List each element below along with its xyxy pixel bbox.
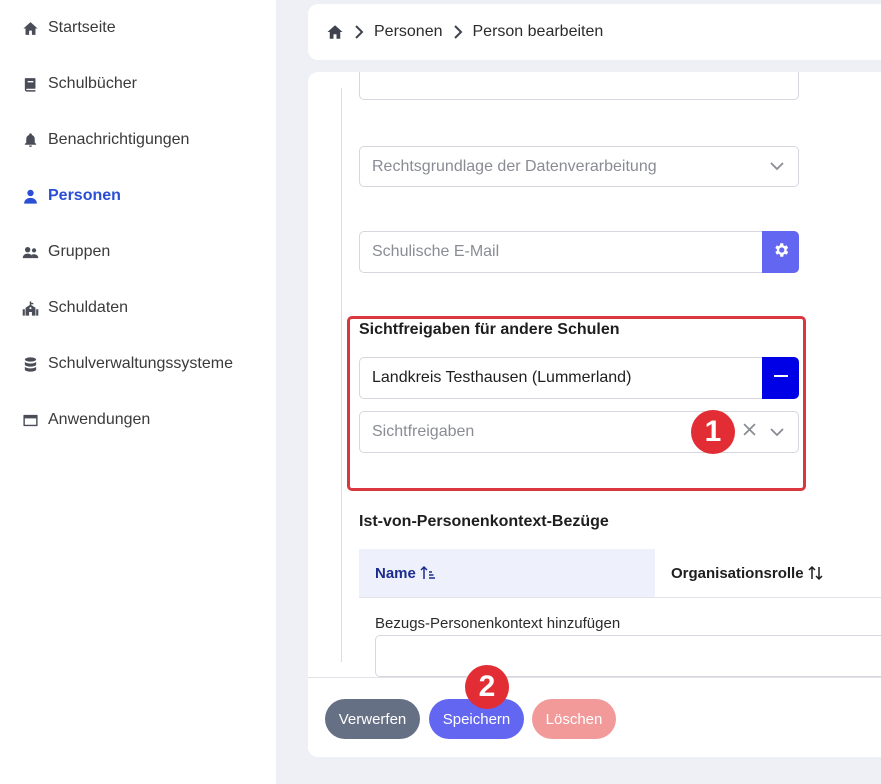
- email-field[interactable]: Schulische E-Mail: [359, 231, 763, 273]
- breadcrumb: Personen Person bearbeiten: [308, 4, 881, 60]
- rechtsgrundlage-placeholder: Rechtsgrundlage der Datenverarbeitung: [372, 157, 657, 175]
- add-bezug-select[interactable]: [375, 635, 881, 677]
- sidebar-item-label: Schuldaten: [48, 299, 129, 316]
- sidebar-item-schulverwaltungssysteme[interactable]: Schulverwaltungssysteme: [21, 349, 233, 379]
- sidebar-item-startseite[interactable]: Startseite: [21, 13, 116, 43]
- home-icon: [21, 19, 39, 37]
- clear-icon[interactable]: [743, 423, 756, 441]
- footer-divider: [308, 677, 881, 678]
- bezuege-title: Ist-von-Personenkontext-Bezüge: [359, 513, 609, 530]
- sichtfreigabe-value: Landkreis Testhausen (Lummerland): [372, 369, 632, 386]
- home-icon[interactable]: [326, 23, 344, 41]
- breadcrumb-personen[interactable]: Personen: [374, 23, 443, 41]
- bezuege-table-header: Name Organisationsrolle: [359, 549, 881, 598]
- person-icon: [21, 187, 39, 205]
- book-icon: [21, 75, 39, 93]
- sidebar-item-gruppen[interactable]: Gruppen: [21, 237, 110, 267]
- school-icon: [21, 299, 39, 317]
- column-name-header[interactable]: Name: [359, 549, 655, 597]
- sidebar-item-personen[interactable]: Personen: [21, 181, 121, 211]
- sidebar-item-label: Schulbücher: [48, 75, 137, 92]
- previous-field[interactable]: [359, 72, 799, 100]
- bell-icon: [21, 131, 39, 149]
- chevron-down-icon[interactable]: [770, 427, 784, 437]
- sidebar-item-schulbuecher[interactable]: Schulbücher: [21, 69, 137, 99]
- remove-sichtfreigabe-button[interactable]: [762, 357, 799, 399]
- sort-ascending-icon: [416, 565, 436, 581]
- sichtfreigaben-highlight: [347, 316, 806, 491]
- sidebar-item-anwendungen[interactable]: Anwendungen: [21, 405, 150, 435]
- discard-button[interactable]: Verwerfen: [325, 699, 420, 739]
- chevron-down-icon: [770, 162, 784, 171]
- sichtfreigabe-entry: Landkreis Testhausen (Lummerland): [359, 357, 763, 399]
- sidebar-item-label: Anwendungen: [48, 411, 151, 428]
- sort-icon: [804, 565, 824, 581]
- delete-button[interactable]: Löschen: [532, 699, 616, 739]
- rechtsgrundlage-select[interactable]: Rechtsgrundlage der Datenverarbeitung: [359, 146, 799, 187]
- database-icon: [21, 355, 39, 373]
- users-icon: [21, 243, 39, 261]
- gear-icon: [772, 241, 790, 264]
- sidebar-item-label: Gruppen: [48, 243, 111, 260]
- minus-icon: [773, 368, 789, 389]
- sidebar-item-label: Startseite: [48, 19, 116, 36]
- window-icon: [21, 411, 39, 429]
- sidebar-item-label: Personen: [48, 187, 121, 204]
- column-role-header[interactable]: Organisationsrolle: [655, 549, 881, 597]
- sidebar-item-schuldaten[interactable]: Schuldaten: [21, 293, 128, 323]
- sichtfreigaben-placeholder: Sichtfreigaben: [372, 423, 475, 440]
- step-badge-2: 2: [465, 665, 509, 709]
- divider: [341, 88, 342, 662]
- add-bezug-label: Bezugs-Personenkontext hinzufügen: [375, 615, 621, 632]
- sidebar: Startseite Schulbücher Benachrichtigunge…: [0, 0, 276, 784]
- sidebar-item-benachrichtigungen[interactable]: Benachrichtigungen: [21, 125, 189, 155]
- column-role-label: Organisationsrolle: [671, 564, 804, 582]
- breadcrumb-current: Person bearbeiten: [472, 23, 604, 40]
- edit-person-form: Rechtsgrundlage der Datenverarbeitung Sc…: [308, 72, 881, 757]
- chevron-right-icon: [354, 25, 364, 39]
- column-name-label: Name: [375, 564, 416, 582]
- chevron-right-icon: [453, 25, 463, 39]
- sidebar-item-label: Benachrichtigungen: [48, 131, 190, 148]
- sidebar-item-label: Schulverwaltungssysteme: [48, 355, 233, 372]
- email-placeholder: Schulische E-Mail: [372, 243, 500, 260]
- sichtfreigaben-title: Sichtfreigaben für andere Schulen: [359, 321, 620, 338]
- email-settings-button[interactable]: [762, 231, 799, 273]
- step-badge-1: 1: [691, 410, 735, 454]
